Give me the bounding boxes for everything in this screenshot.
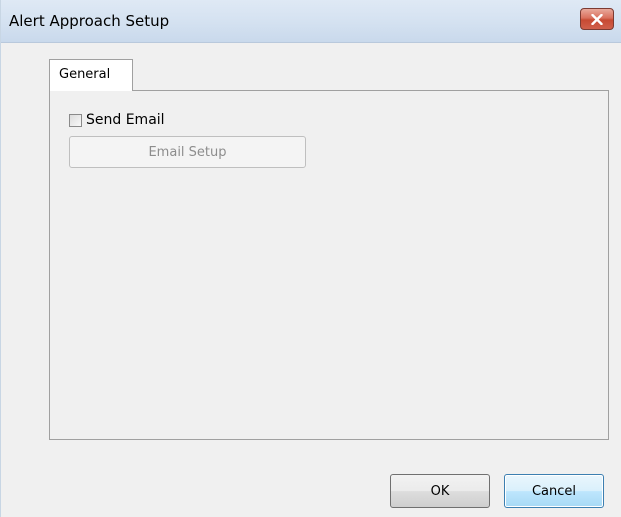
email-setup-label: Email Setup bbox=[148, 144, 227, 160]
title-bar[interactable]: Alert Approach Setup bbox=[1, 0, 621, 43]
tab-general[interactable]: General bbox=[49, 59, 133, 91]
cancel-button[interactable]: Cancel bbox=[504, 474, 604, 508]
ok-label: OK bbox=[430, 483, 450, 499]
email-setup-button[interactable]: Email Setup bbox=[69, 136, 306, 168]
send-email-option[interactable]: Send Email bbox=[69, 110, 165, 130]
send-email-checkbox[interactable] bbox=[69, 113, 82, 127]
general-tab-panel: Send Email Email Setup bbox=[49, 90, 609, 440]
ok-button[interactable]: OK bbox=[390, 474, 490, 508]
cancel-label: Cancel bbox=[531, 483, 577, 499]
close-button[interactable] bbox=[580, 8, 614, 30]
send-email-label[interactable]: Send Email bbox=[86, 112, 165, 128]
tab-general-label: General bbox=[59, 67, 111, 82]
close-icon bbox=[591, 13, 603, 25]
dialog-window: Alert Approach Setup General Send Email … bbox=[0, 0, 621, 517]
window-title: Alert Approach Setup bbox=[9, 12, 170, 30]
